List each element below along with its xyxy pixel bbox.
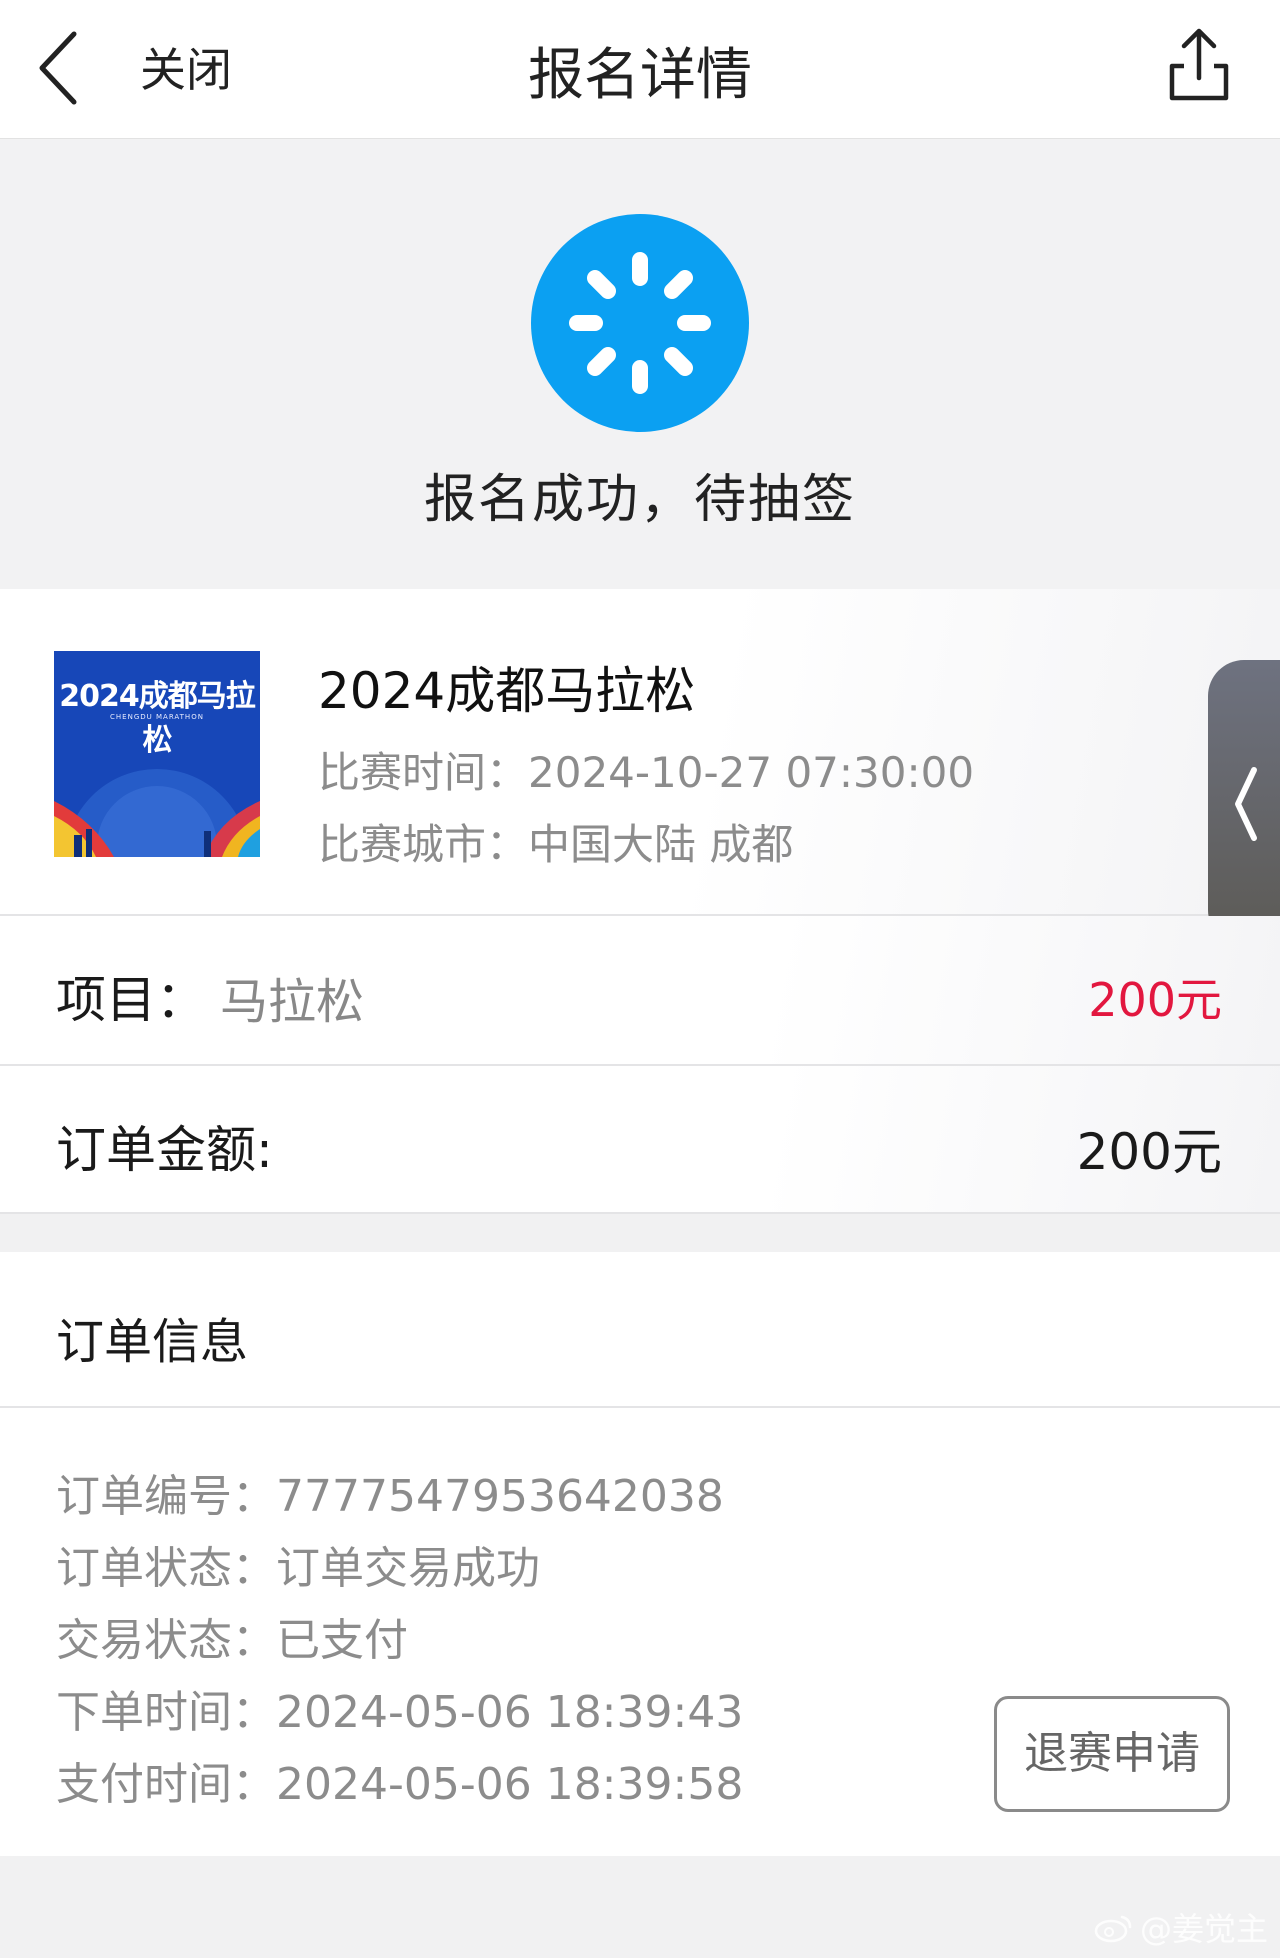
- footer: @姜觉主: [0, 1858, 1280, 1958]
- order-status: 订单状态：订单交易成功: [56, 1532, 540, 1596]
- order-amount-value: 200元: [1076, 1123, 1222, 1181]
- project-label: 项目：: [56, 971, 206, 1029]
- trade-status: 交易状态：已支付: [56, 1604, 408, 1668]
- event-time-value: 2024-10-27 07:30:00: [528, 748, 975, 797]
- payment-time-label: 支付时间：: [56, 1759, 276, 1810]
- refund-request-button[interactable]: 退赛申请: [994, 1696, 1230, 1812]
- event-name: 2024成都马拉松: [318, 662, 696, 720]
- order-status-value: 订单交易成功: [276, 1543, 540, 1594]
- trade-status-label: 交易状态：: [56, 1615, 276, 1666]
- order-info-body: 订单编号：7777547953642038 订单状态：订单交易成功 交易状态：已…: [0, 1408, 1280, 1856]
- status-section: 报名成功，待抽签: [0, 139, 1280, 589]
- order-number-label: 订单编号：: [56, 1471, 276, 1522]
- chevron-left-icon: [39, 31, 77, 105]
- order-number-value: 7777547953642038: [276, 1471, 724, 1522]
- banner-subtitle: CHENGDU MARATHON: [110, 713, 204, 721]
- chevron-left-icon: [1235, 767, 1257, 841]
- order-info-header: 订单信息: [0, 1252, 1280, 1408]
- share-button[interactable]: [1164, 26, 1234, 106]
- event-city: 比赛城市：中国大陆 成都: [318, 811, 793, 872]
- floating-side-handle[interactable]: [1208, 660, 1280, 946]
- weibo-icon: [1094, 1915, 1132, 1943]
- status-text: 报名成功，待抽签: [423, 470, 856, 530]
- order-time-value: 2024-05-06 18:39:43: [276, 1687, 744, 1738]
- order-amount-label: 订单金额:: [56, 1121, 273, 1179]
- order-status-label: 订单状态：: [56, 1543, 276, 1594]
- project-value: 马拉松: [220, 974, 365, 1030]
- event-city-label: 比赛城市：: [318, 820, 529, 869]
- back-button[interactable]: [30, 24, 120, 114]
- project-row: 项目： 马拉松 200元: [0, 916, 1280, 1066]
- event-time: 比赛时间：2024-10-27 07:30:00: [318, 739, 974, 800]
- order-amount-row: 订单金额: 200元: [0, 1066, 1280, 1214]
- order-time-label: 下单时间：: [56, 1687, 276, 1738]
- loading-spinner-icon: [531, 214, 749, 432]
- trade-status-value: 已支付: [276, 1615, 408, 1666]
- payment-time-value: 2024-05-06 18:39:58: [276, 1759, 744, 1810]
- watermark-text: @姜觉主: [1139, 1910, 1268, 1948]
- order-time: 下单时间：2024-05-06 18:39:43: [56, 1676, 743, 1740]
- event-card[interactable]: 2024成都马拉松 CHENGDU MARATHON 2024成都马拉松 比赛时…: [0, 589, 1280, 916]
- watermark: @姜觉主: [1094, 1904, 1268, 1950]
- nav-bar: 关闭 报名详情: [0, 0, 1280, 139]
- order-info-title: 订单信息: [56, 1314, 249, 1370]
- payment-time: 支付时间：2024-05-06 18:39:58: [56, 1748, 743, 1812]
- event-banner-image: 2024成都马拉松 CHENGDU MARATHON: [54, 651, 260, 857]
- event-city-value: 中国大陆 成都: [528, 820, 794, 869]
- share-icon: [1169, 28, 1229, 101]
- order-number: 订单编号：7777547953642038: [56, 1460, 724, 1524]
- event-time-label: 比赛时间：: [318, 748, 529, 797]
- project-price: 200元: [1088, 973, 1222, 1027]
- close-button[interactable]: 关闭: [140, 34, 232, 100]
